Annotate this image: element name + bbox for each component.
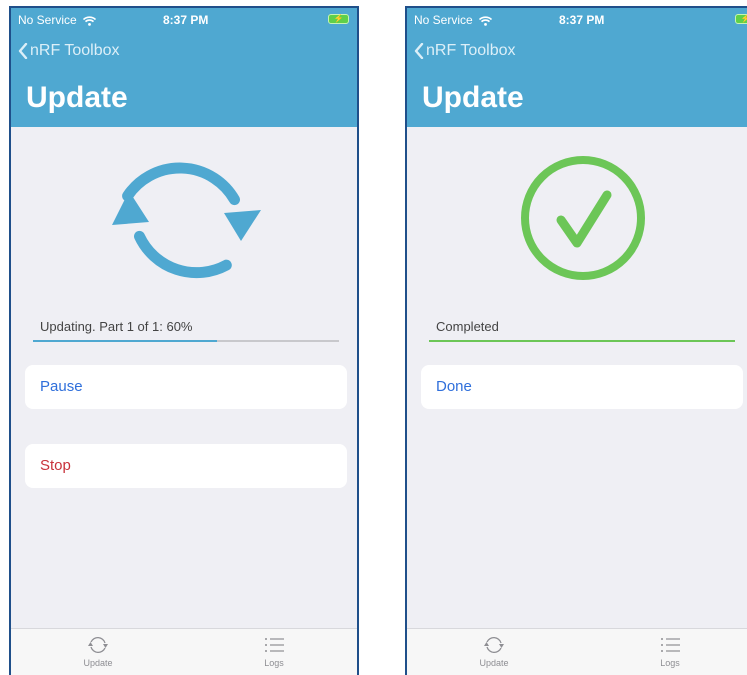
navigation-bar: No Service 8:37 PM ⚡ nRF Toolbox Update	[407, 8, 747, 127]
clock: 8:37 PM	[559, 13, 605, 27]
tab-update[interactable]: Update	[444, 635, 544, 668]
navigation-bar: No Service 8:37 PM ⚡ nRF Toolbox Update	[11, 8, 357, 127]
sync-icon	[112, 162, 261, 279]
wifi-icon	[479, 16, 493, 26]
progress-bar	[429, 340, 735, 342]
tab-update-label: Update	[479, 658, 509, 668]
tab-logs-label: Logs	[660, 658, 680, 668]
page-title: Update	[26, 81, 128, 114]
progress-bar-fill	[429, 340, 735, 342]
checkmark-circle-icon	[521, 156, 645, 280]
list-icon	[265, 638, 284, 652]
progress-label: Completed	[436, 319, 499, 334]
tab-logs[interactable]: Logs	[224, 635, 324, 668]
pause-button[interactable]: Pause	[25, 365, 347, 409]
carrier-label: No Service	[18, 13, 97, 27]
sync-tab-icon	[484, 637, 504, 653]
progress-bar	[33, 340, 339, 342]
tab-logs[interactable]: Logs	[620, 635, 720, 668]
tab-logs-label: Logs	[264, 658, 284, 668]
progress-label: Updating. Part 1 of 1: 60%	[40, 319, 193, 334]
battery-charging-icon: ⚡	[735, 14, 747, 24]
back-button[interactable]: nRF Toolbox	[414, 42, 516, 60]
tab-bar: Update Logs	[407, 628, 747, 675]
back-button[interactable]: nRF Toolbox	[18, 42, 120, 60]
status-bar: No Service 8:37 PM ⚡	[11, 8, 357, 30]
update-screen-in-progress: No Service 8:37 PM ⚡ nRF Toolbox Update …	[9, 6, 359, 675]
progress-bar-fill	[33, 340, 217, 342]
clock: 8:37 PM	[163, 13, 209, 27]
chevron-left-icon	[18, 43, 28, 59]
back-button-label: nRF Toolbox	[426, 42, 516, 59]
status-bar: No Service 8:37 PM ⚡	[407, 8, 747, 30]
carrier-label: No Service	[414, 13, 493, 27]
back-button-label: nRF Toolbox	[30, 42, 120, 59]
tab-update-label: Update	[83, 658, 113, 668]
list-icon	[661, 638, 680, 652]
battery-charging-icon: ⚡	[328, 14, 349, 24]
done-button[interactable]: Done	[421, 365, 743, 409]
sync-tab-icon	[88, 637, 108, 653]
tab-update[interactable]: Update	[48, 635, 148, 668]
chevron-left-icon	[414, 43, 424, 59]
wifi-icon	[83, 16, 97, 26]
page-title: Update	[422, 81, 524, 114]
tab-bar: Update Logs	[11, 628, 357, 675]
stop-button[interactable]: Stop	[25, 444, 347, 488]
update-screen-completed: No Service 8:37 PM ⚡ nRF Toolbox Update …	[405, 6, 747, 675]
